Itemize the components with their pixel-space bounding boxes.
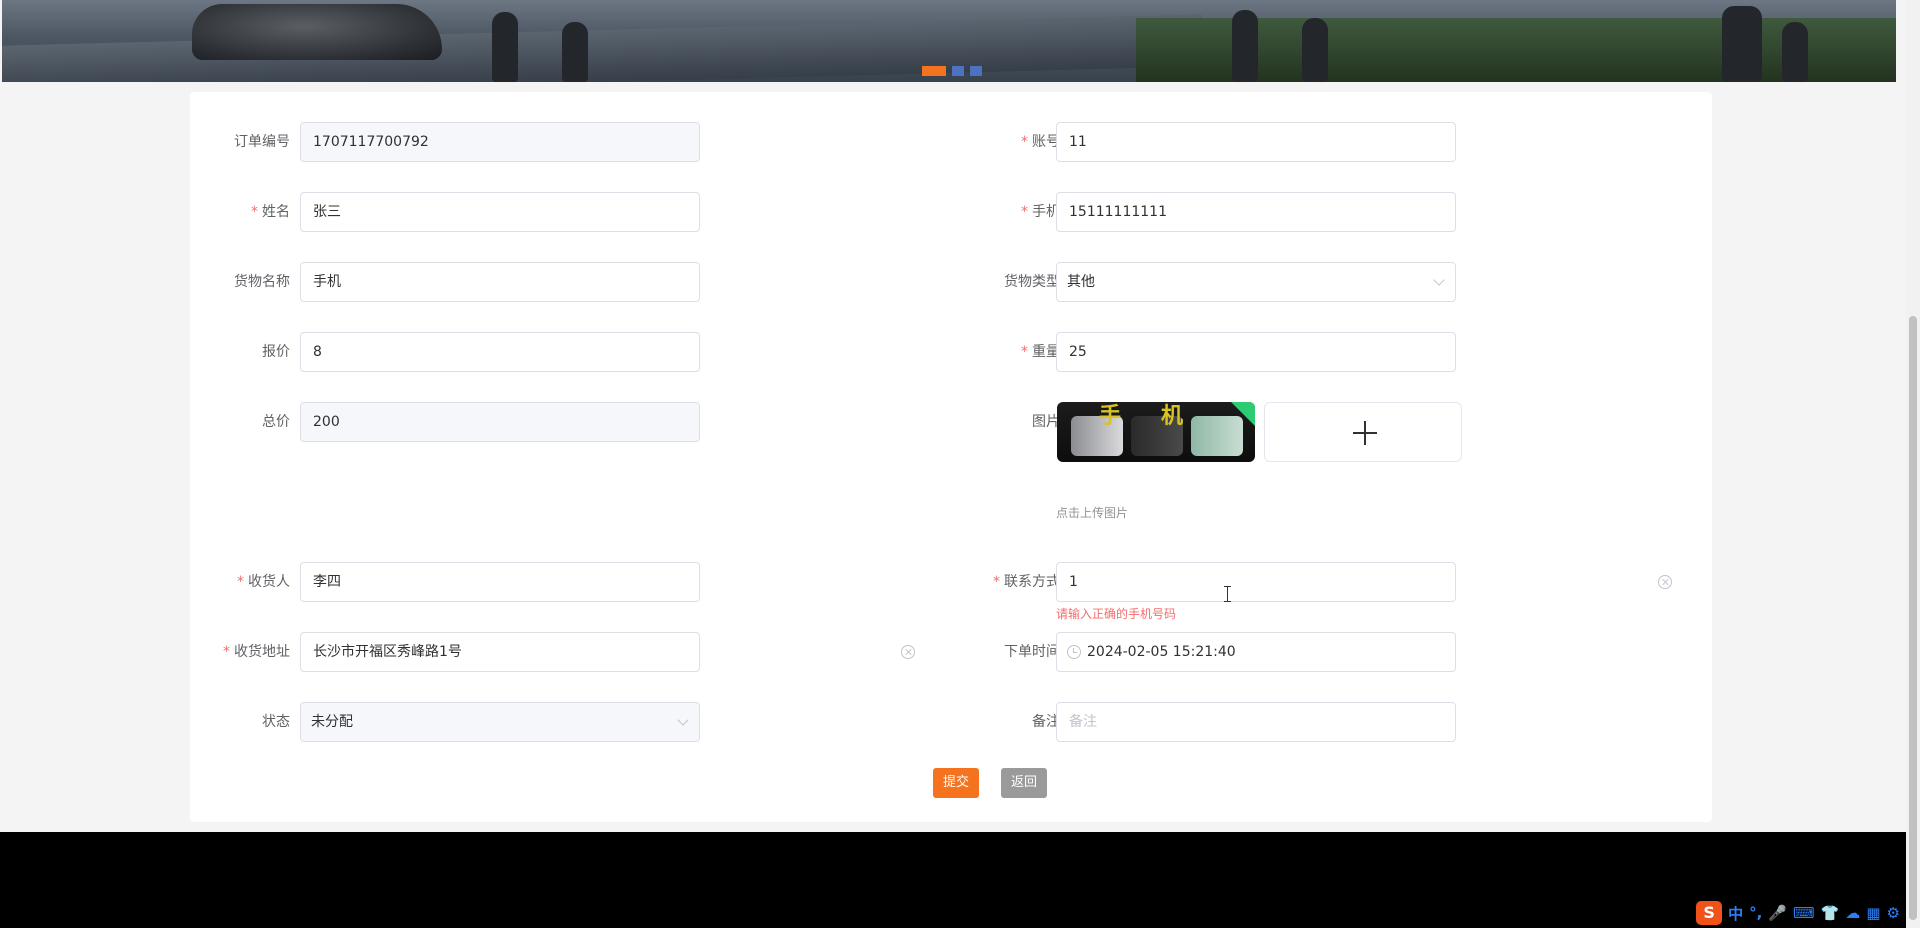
upload-hint: 点击上传图片	[1056, 506, 1129, 520]
settings-icon[interactable]: ⚙	[1887, 904, 1900, 922]
page-scrollbar[interactable]	[1906, 0, 1920, 928]
name-input[interactable]: 张三	[300, 192, 700, 232]
banner-person	[492, 12, 518, 82]
weight-label: * 重量	[1021, 344, 1060, 360]
keyboard-icon[interactable]: ⌨	[1793, 904, 1815, 922]
submit-button[interactable]: 提交	[933, 768, 980, 798]
status-label: 状态	[262, 714, 290, 730]
chevron-down-icon	[677, 714, 689, 726]
order-no-input: 1707117700792	[300, 122, 700, 162]
image-label: 图片	[1032, 414, 1060, 430]
back-button[interactable]: 返回	[1001, 768, 1048, 798]
banner-person	[1782, 22, 1808, 82]
banner-person	[1232, 10, 1258, 82]
carousel-dot[interactable]	[952, 66, 964, 76]
thumbnail-caption: 手机	[1099, 404, 1224, 429]
goods-type-value: 其他	[1067, 274, 1095, 290]
toolbox-icon[interactable]: ▦	[1866, 904, 1880, 922]
address-input[interactable]: 长沙市开福区秀峰路1号	[300, 632, 700, 672]
name-label: * 姓名	[251, 204, 290, 220]
remark-label: 备注	[1032, 714, 1060, 730]
plus-icon	[1364, 421, 1366, 445]
receiver-input[interactable]: 李四	[300, 562, 700, 602]
goods-name-label: 货物名称	[234, 274, 290, 290]
address-label: * 收货地址	[223, 644, 290, 660]
quote-input[interactable]: 8	[300, 332, 700, 372]
receiver-label: * 收货人	[237, 574, 290, 590]
image-upload-button[interactable]	[1264, 402, 1462, 462]
order-time-picker[interactable]: 2024-02-05 15:21:40	[1056, 632, 1456, 672]
carousel-indicators	[922, 66, 982, 76]
banner-person	[1722, 6, 1762, 82]
contact-error-message: 请输入正确的手机号码	[1056, 607, 1177, 621]
banner-person	[1302, 18, 1328, 82]
banner-car	[192, 4, 442, 60]
ime-mode-toggle[interactable]: 中	[1728, 903, 1743, 924]
weight-input[interactable]: 25	[1056, 332, 1456, 372]
goods-type-select[interactable]: 其他	[1056, 262, 1456, 302]
skin-icon[interactable]: 👕	[1821, 904, 1840, 922]
quote-label: 报价	[262, 344, 290, 360]
page-footer	[0, 832, 1906, 928]
chevron-down-icon	[1433, 274, 1445, 286]
punctuation-icon[interactable]: °,	[1749, 904, 1762, 922]
total-label: 总价	[262, 414, 290, 430]
goods-name-input[interactable]: 手机	[300, 262, 700, 302]
order-no-label: 订单编号	[234, 134, 290, 150]
total-input: 200	[300, 402, 700, 442]
carousel-dot-active[interactable]	[922, 66, 946, 76]
contact-label: * 联系方式	[993, 574, 1060, 590]
contact-input[interactable]: 1	[1056, 562, 1456, 602]
cloud-icon[interactable]: ☁	[1845, 904, 1860, 922]
order-time-label: 下单时间	[1004, 644, 1060, 660]
sogou-ime-icon[interactable]: S	[1696, 901, 1723, 925]
ime-toolbar: S 中 °, 🎤 ⌨ 👕 ☁ ▦ ⚙	[1690, 898, 1906, 928]
text-cursor-icon	[1223, 586, 1233, 602]
microphone-icon[interactable]: 🎤	[1768, 904, 1787, 922]
uploaded-image-thumbnail[interactable]: 手机	[1057, 402, 1255, 462]
clock-icon	[1067, 645, 1081, 659]
banner-road	[2, 14, 1202, 82]
order-form-card: 订单编号 1707117700792 * 账号 11 * 姓名 张三 * 手机 151…	[190, 92, 1712, 822]
clear-icon[interactable]	[1658, 575, 1672, 589]
banner-carousel	[2, 0, 1896, 82]
account-label: * 账号	[1021, 134, 1060, 150]
status-value: 未分配	[311, 714, 353, 730]
phone-input[interactable]: 15111111111	[1056, 192, 1456, 232]
order-time-value: 2024-02-05 15:21:40	[1087, 644, 1236, 660]
success-corner-badge	[1231, 402, 1255, 426]
phone-label: * 手机	[1021, 204, 1060, 220]
carousel-dot[interactable]	[970, 66, 982, 76]
account-input[interactable]: 11	[1056, 122, 1456, 162]
status-select: 未分配	[300, 702, 700, 742]
banner-person	[562, 22, 588, 82]
scrollbar-thumb[interactable]	[1909, 316, 1917, 920]
goods-type-label: 货物类型	[1004, 274, 1060, 290]
remark-input[interactable]: 备注	[1056, 702, 1456, 742]
